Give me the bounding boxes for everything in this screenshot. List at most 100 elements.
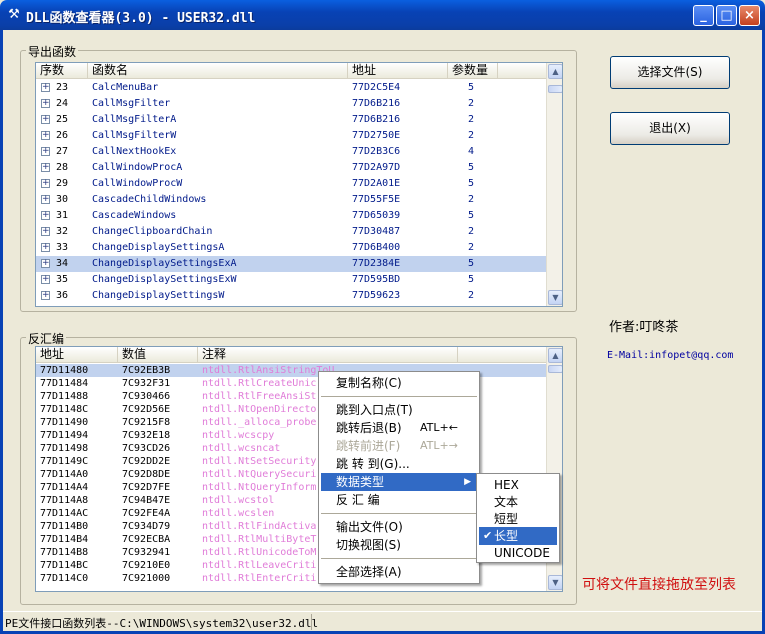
title-bar[interactable]: ⚒ DLL函数查看器(3.0) - USER32.dll _ □ × <box>0 0 765 30</box>
value-cell: 7C92D7FE <box>122 482 171 493</box>
column-header-ordinal[interactable]: 序数 <box>36 63 88 79</box>
expand-icon[interactable]: + <box>41 147 50 156</box>
scroll-thumb[interactable] <box>548 85 562 93</box>
maximize-button[interactable]: □ <box>716 5 737 26</box>
export-list-scrollbar[interactable]: ▲ ▼ <box>546 63 562 306</box>
table-row[interactable]: +30 CascadeChildWindows 77D55F5E 2 <box>36 192 546 208</box>
column-header-address[interactable]: 地址 <box>348 63 448 79</box>
window-title: DLL函数查看器(3.0) - USER32.dll <box>26 11 256 26</box>
param-count-cell: 5 <box>468 162 475 173</box>
expand-icon[interactable]: + <box>41 243 50 252</box>
scroll-down-icon[interactable]: ▼ <box>548 290 562 305</box>
expand-icon[interactable]: + <box>41 275 50 284</box>
address-cell: 77D59623 <box>352 290 401 301</box>
expand-icon[interactable]: + <box>41 131 50 140</box>
value-cell: 7C92FE4A <box>122 508 171 519</box>
menu-item-shortcut: ATL+← <box>420 421 458 434</box>
expand-icon[interactable]: + <box>41 99 50 108</box>
address-cell: 77D114BC <box>40 560 89 571</box>
ordinal-cell: 27 <box>56 146 69 157</box>
address-cell: 77D6B216 <box>352 114 401 125</box>
table-row[interactable]: +29 CallWindowProcW 77D2A01E 5 <box>36 176 546 192</box>
expand-icon[interactable]: + <box>41 291 50 300</box>
expand-icon[interactable]: + <box>41 227 50 236</box>
table-row[interactable]: +28 CallWindowProcA 77D2A97D 5 <box>36 160 546 176</box>
submenu-item[interactable]: HEX <box>479 476 557 494</box>
table-row[interactable]: +33 ChangeDisplaySettingsA 77D6B400 2 <box>36 240 546 256</box>
menu-item-copy-name-item[interactable]: 复制名称(C) <box>321 374 477 392</box>
param-count-cell: 2 <box>468 242 475 253</box>
menu-item-goto-entry-item[interactable]: 跳到入口点(T) <box>321 401 477 419</box>
expand-icon[interactable]: + <box>41 83 50 92</box>
ordinal-cell: 28 <box>56 162 69 173</box>
menu-item-data-type-item[interactable]: 数据类型 ▶ <box>321 473 477 491</box>
table-row[interactable]: +24 CallMsgFilter 77D6B216 2 <box>36 96 546 112</box>
column-header-function-name[interactable]: 函数名 <box>88 63 348 79</box>
scroll-thumb[interactable] <box>548 365 562 373</box>
ordinal-cell: 34 <box>56 258 69 269</box>
checkmark-icon: ✔ <box>483 529 493 542</box>
value-cell: 7C92D8DE <box>122 469 171 480</box>
submenu-item[interactable]: UNICODE <box>479 544 557 562</box>
submenu-item[interactable]: 文本 <box>479 493 557 511</box>
scroll-up-icon[interactable]: ▲ <box>548 64 562 79</box>
table-row[interactable]: +34 ChangeDisplaySettingsExA 77D2384E 5 <box>36 256 546 272</box>
param-count-cell: 5 <box>468 258 475 269</box>
menu-item-switch-view-item[interactable]: 切换视图(S) <box>321 536 477 554</box>
address-cell: 77D30487 <box>352 226 401 237</box>
param-count-cell: 5 <box>468 210 475 221</box>
submenu-item[interactable]: ✔ 长型 <box>479 527 557 545</box>
expand-icon[interactable]: + <box>41 211 50 220</box>
table-row[interactable]: +31 CascadeWindows 77D65039 5 <box>36 208 546 224</box>
menu-item-disassemble-item[interactable]: 反 汇 编 <box>321 491 477 509</box>
minimize-button[interactable]: _ <box>693 5 714 26</box>
close-button[interactable]: × <box>739 5 760 26</box>
table-row[interactable]: +25 CallMsgFilterA 77D6B216 2 <box>36 112 546 128</box>
param-count-cell: 4 <box>468 146 475 157</box>
menu-item-export-file-item[interactable]: 输出文件(O) <box>321 518 477 536</box>
function-name-cell: ChangeDisplaySettingsExW <box>92 274 237 285</box>
menu-item-shortcut: ATL+→ <box>420 439 458 452</box>
value-cell: 7C92ECBA <box>122 534 171 545</box>
menu-item-jump-back-item[interactable]: 跳转后退(B) ATL+← <box>321 419 477 437</box>
export-functions-label: 导出函数 <box>26 43 79 60</box>
export-functions-list[interactable]: 序数 函数名 地址 参数量 +23 CalcMenuBar 77D2C5E4 5 +24… <box>35 62 563 307</box>
exit-button[interactable]: 退出(X) <box>610 112 730 145</box>
submenu-item[interactable]: 短型 <box>479 510 557 528</box>
column-header-param-count[interactable]: 参数量 <box>448 63 498 79</box>
table-row[interactable]: +23 CalcMenuBar 77D2C5E4 5 <box>36 80 546 96</box>
expand-icon[interactable]: + <box>41 115 50 124</box>
expand-icon[interactable]: + <box>41 195 50 204</box>
submenu-item-label: HEX <box>494 478 519 492</box>
function-name-cell: CallWindowProcW <box>92 178 183 189</box>
expand-icon[interactable]: + <box>41 259 50 268</box>
expand-icon[interactable]: + <box>41 179 50 188</box>
address-cell: 77D114B8 <box>40 547 89 558</box>
column-header-value[interactable]: 数值 <box>118 347 198 363</box>
address-cell: 77D65039 <box>352 210 401 221</box>
data-type-submenu[interactable]: HEX 文本 短型 ✔ 长型 UNICODE <box>476 473 560 563</box>
select-file-button[interactable]: 选择文件(S) <box>610 56 730 89</box>
table-row[interactable]: +35 ChangeDisplaySettingsExW 77D595BD 5 <box>36 272 546 288</box>
submenu-arrow-icon: ▶ <box>464 477 471 487</box>
context-menu[interactable]: 复制名称(C) 跳到入口点(T) 跳转后退(B) ATL+← 跳转前进(F) ATL+→ 跳… <box>318 371 480 584</box>
menu-item-select-all-item[interactable]: 全部选择(A) <box>321 563 477 581</box>
menu-item-goto-item[interactable]: 跳 转 到(G)... <box>321 455 477 473</box>
scroll-down-icon[interactable]: ▼ <box>548 575 562 590</box>
value-cell: 7C9215F8 <box>122 417 171 428</box>
value-cell: 7C930466 <box>122 391 171 402</box>
menu-item-label: 跳转后退(B) <box>336 421 402 435</box>
scroll-up-icon[interactable]: ▲ <box>548 348 562 363</box>
table-row[interactable]: +32 ChangeClipboardChain 77D30487 2 <box>36 224 546 240</box>
ordinal-cell: 31 <box>56 210 69 221</box>
menu-item-jump-forward-item[interactable]: 跳转前进(F) ATL+→ <box>321 437 477 455</box>
address-cell: 77D2750E <box>352 130 401 141</box>
table-row[interactable]: +27 CallNextHookEx 77D2B3C6 4 <box>36 144 546 160</box>
expand-icon[interactable]: + <box>41 163 50 172</box>
menu-separator <box>321 513 477 514</box>
column-header-comment[interactable]: 注释 <box>198 347 458 363</box>
column-header-address[interactable]: 地址 <box>36 347 118 363</box>
table-row[interactable]: +26 CallMsgFilterW 77D2750E 2 <box>36 128 546 144</box>
table-row[interactable]: +36 ChangeDisplaySettingsW 77D59623 2 <box>36 288 546 304</box>
function-name-cell: ChangeDisplaySettingsA <box>92 242 225 253</box>
